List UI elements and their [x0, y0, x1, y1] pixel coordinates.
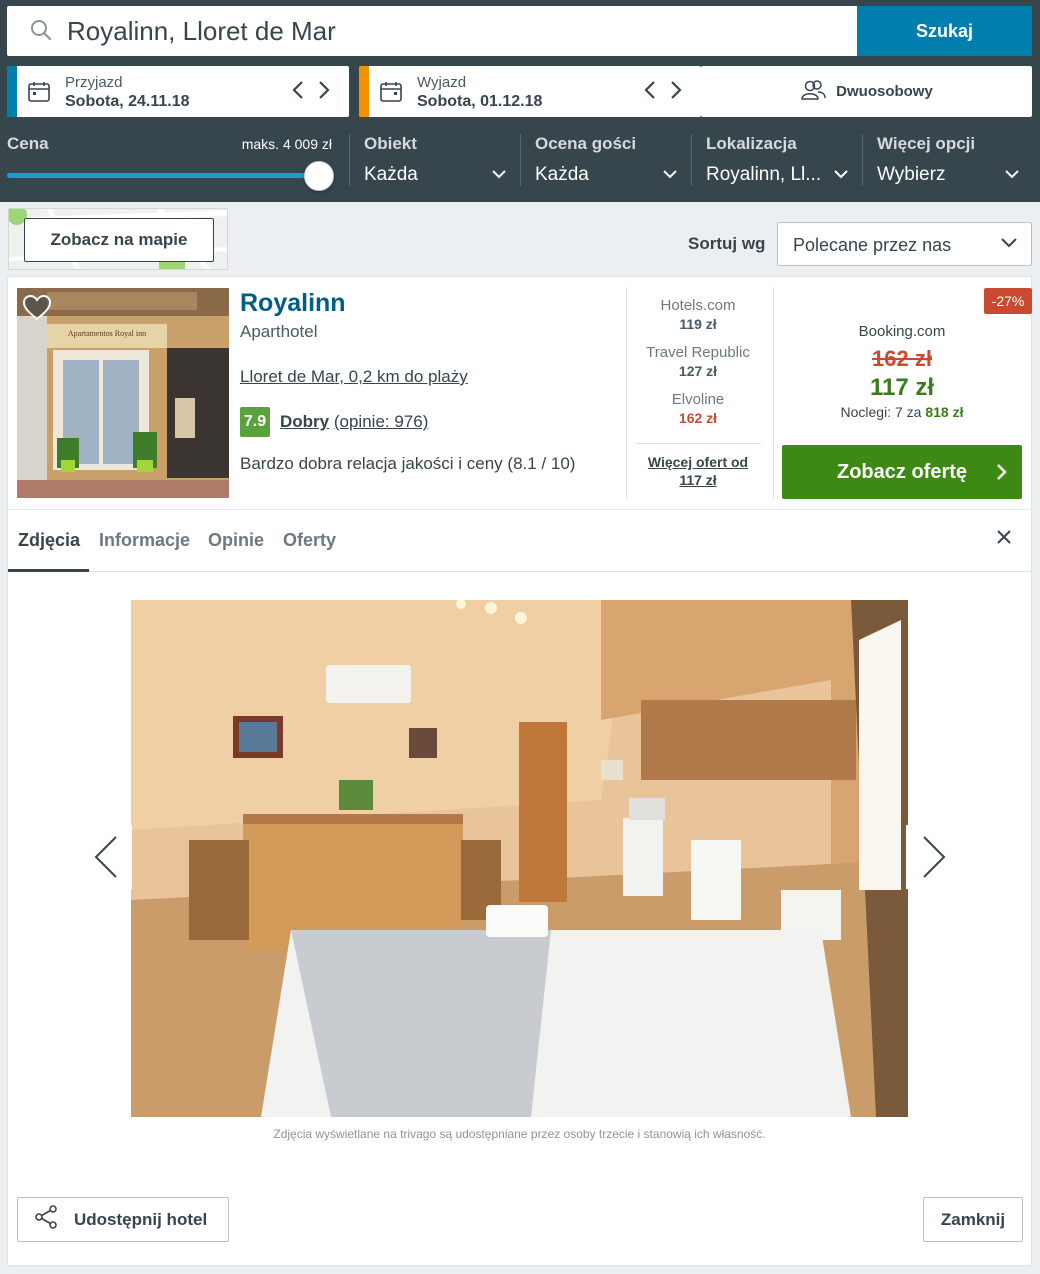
hotel-type: Aparthotel [240, 322, 318, 341]
price-slider-handle[interactable] [304, 161, 334, 191]
rating-word: Dobry [280, 412, 330, 431]
chevron-down-icon [834, 166, 848, 184]
filter-lokalizacja[interactable]: Lokalizacja Royalinn, Ll... [706, 134, 848, 186]
calendar-icon [379, 80, 403, 109]
partner-name: Elvoline [671, 391, 725, 408]
filter-value: Wybierz [877, 164, 946, 185]
deal-nights: Noclegi: 7 za 818 zł [782, 404, 1022, 420]
chevron-right-icon[interactable] [669, 79, 683, 106]
discount-badge: -27% [984, 288, 1032, 314]
search-icon [29, 18, 53, 47]
partner-name: Travel Republic [646, 344, 750, 361]
checkin-value: Sobota, 24.11.18 [65, 93, 190, 110]
filter-value: Każda [535, 164, 589, 185]
review-count: (opinie: 976) [333, 412, 429, 431]
partner-name: Hotels.com [660, 297, 736, 314]
price-max-label: maks. 4 009 zł [241, 136, 332, 152]
filter-wiecej-opcji[interactable]: Więcej opcji Wybierz [877, 134, 1019, 186]
partner-price: 127 zł [678, 363, 718, 379]
checkin-field[interactable]: Przyjazd Sobota, 24.11.18 [7, 66, 349, 117]
search-button[interactable]: Szukaj [857, 6, 1032, 56]
view-deal-label: Zobacz ofertę [836, 460, 968, 483]
tab-oferty[interactable]: Oferty [283, 530, 336, 551]
sort-label: Sortuj wg [688, 234, 766, 253]
hotel-location-link[interactable]: Lloret de Mar, 0,2 km do plaży [240, 367, 468, 387]
price-filter-label: Cena [7, 134, 49, 153]
search-box[interactable] [7, 6, 857, 56]
partner-price: 119 zł [679, 316, 717, 332]
more-offers-price: 117 zł [679, 472, 717, 488]
best-deal: Booking.com 162 zł 117 zł Noclegi: 7 za … [782, 323, 1022, 420]
chevron-right-icon[interactable] [317, 79, 331, 106]
close-button[interactable]: Zamknij [923, 1197, 1023, 1242]
top-bar: Szukaj Przyjazd Sobota, 24.11.18 Wyjazd … [0, 0, 1040, 202]
hotel-card: Apartamentos Royal inn Royalinn Aparthot… [7, 276, 1032, 1266]
nights-total: 818 zł [925, 404, 964, 420]
value-for-money-note: Bardzo dobra relacja jakości i ceny (8.1… [240, 454, 576, 473]
tab-opinie[interactable]: Opinie [208, 530, 264, 551]
chevron-right-icon [997, 464, 1007, 480]
photo-credit-note: Zdjęcia wyświetlane na trivago są udostę… [273, 1127, 766, 1141]
sort-select[interactable]: Polecane przez nas [777, 222, 1032, 266]
filter-label: Więcej opcji [877, 134, 976, 153]
show-map-button[interactable]: Zobacz na mapie [24, 218, 214, 262]
close-icon[interactable] [995, 528, 1013, 551]
chevron-down-icon [1005, 166, 1019, 184]
share-hotel-button[interactable]: Udostępnij hotel [17, 1197, 229, 1242]
view-deal-button[interactable]: Zobacz ofertę [782, 445, 1022, 499]
calendar-icon [27, 80, 51, 109]
next-photo-arrow-icon[interactable] [906, 825, 952, 894]
previous-photo-arrow-icon[interactable] [86, 825, 134, 894]
filter-value: Royalinn, Ll... [706, 164, 822, 185]
more-offers-link[interactable]: Więcej ofert od 117 zł [635, 453, 761, 489]
chevron-down-icon [663, 166, 677, 184]
partner-offer[interactable]: Travel Republic 127 zł [635, 344, 761, 379]
filter-value: Każda [364, 164, 418, 185]
guests-icon [800, 79, 826, 105]
share-icon [34, 1205, 58, 1234]
active-tab-indicator [8, 569, 89, 572]
favorite-heart-icon[interactable] [22, 294, 52, 326]
room-type-selector[interactable]: Dwuosobowy [701, 66, 1032, 117]
filter-ocena-gosci[interactable]: Ocena gości Każda [535, 134, 677, 186]
nights-label: Noclegi: 7 za [840, 404, 922, 420]
checkout-field[interactable]: Wyjazd Sobota, 01.12.18 [359, 66, 701, 117]
partner-offer[interactable]: Elvoline 162 zł [635, 391, 761, 426]
search-input[interactable] [67, 6, 847, 56]
chevron-left-icon[interactable] [291, 79, 305, 106]
filter-label: Ocena gości [535, 134, 637, 153]
tab-zdjecia[interactable]: Zdjęcia [18, 530, 80, 551]
deal-old-price: 162 zł [872, 346, 932, 371]
checkout-stripe [359, 66, 369, 117]
share-label: Udostępnij hotel [74, 1209, 208, 1229]
partner-offer[interactable]: Hotels.com 119 zł [635, 297, 761, 332]
map-preview[interactable]: Zobacz na mapie [8, 208, 228, 270]
partner-price: 162 zł [678, 410, 718, 426]
checkout-value: Sobota, 01.12.18 [417, 93, 543, 110]
room-type-label: Dwuosobowy [836, 83, 933, 100]
more-offers-text: Więcej ofert od [647, 454, 749, 470]
deal-price: 117 zł [869, 374, 935, 401]
detail-tabs: Zdjęcia Informacje Opinie Oferty [8, 509, 1031, 572]
price-slider-track[interactable] [7, 173, 317, 178]
filter-label: Obiekt [364, 134, 417, 153]
price-filter: Cena maks. 4 009 zł [7, 134, 332, 186]
rating-score-badge: 7.9 [240, 407, 270, 437]
hotel-name[interactable]: Royalinn [240, 289, 346, 318]
filter-obiekt[interactable]: Obiekt Każda [364, 134, 506, 186]
checkin-label: Przyjazd [65, 74, 123, 91]
tab-informacje[interactable]: Informacje [99, 530, 190, 551]
partner-offers: Hotels.com 119 zł Travel Republic 127 zł… [635, 297, 761, 438]
filter-label: Lokalizacja [706, 134, 797, 153]
chevron-down-icon [492, 166, 506, 184]
sort-value: Polecane przez nas [793, 235, 952, 255]
hotel-sign-line1: Apartamentos Royal inn [68, 329, 146, 338]
chevron-down-icon [1001, 238, 1017, 248]
checkin-stripe [7, 66, 17, 117]
checkout-label: Wyjazd [417, 74, 467, 91]
hotel-rating[interactable]: 7.9 Dobry (opinie: 976) [240, 407, 428, 437]
chevron-left-icon[interactable] [643, 79, 657, 106]
hotel-photo [131, 600, 908, 1117]
deal-provider: Booking.com [858, 323, 946, 340]
